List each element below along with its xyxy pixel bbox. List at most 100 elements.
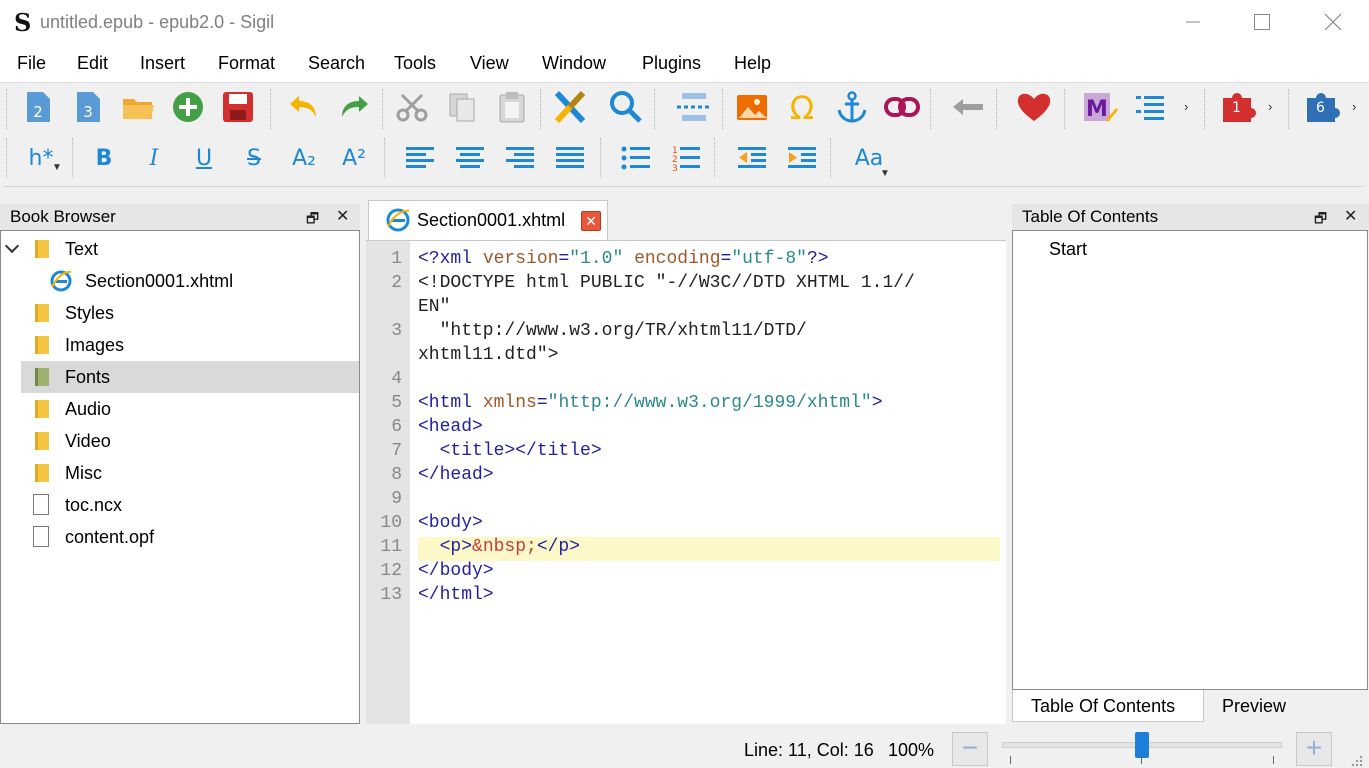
paste-button[interactable] bbox=[492, 87, 532, 127]
subscript-button[interactable]: A₂ bbox=[284, 138, 324, 178]
code-editor[interactable]: 1 2 3 4 5 6 7 8 9 10 11 12 13 <?xml vers… bbox=[366, 240, 1006, 725]
toc-entry-start[interactable]: Start bbox=[1049, 239, 1087, 260]
justify-button[interactable] bbox=[550, 138, 590, 178]
toc-panel-title: Table Of Contents bbox=[1022, 207, 1159, 226]
toc-tree: Start bbox=[1012, 230, 1368, 690]
expand-arrow-icon[interactable] bbox=[4, 238, 20, 254]
tree-item-text[interactable]: Text bbox=[1, 233, 359, 265]
underline-button[interactable]: U bbox=[184, 138, 224, 178]
tab-table-of-contents[interactable]: Table Of Contents bbox=[1012, 690, 1204, 722]
save-button[interactable] bbox=[218, 87, 258, 127]
tree-item-audio[interactable]: Audio bbox=[21, 393, 359, 425]
copy-button[interactable] bbox=[442, 87, 482, 127]
strikethrough-button[interactable]: S bbox=[234, 138, 274, 178]
tree-item-section0001[interactable]: Section0001.xhtml bbox=[1, 265, 359, 297]
close-tab-icon[interactable]: ✕ bbox=[581, 211, 601, 231]
zoom-in-button[interactable]: + bbox=[1296, 732, 1332, 766]
tree-item-label: toc.ncx bbox=[65, 495, 123, 515]
tree-item-label: Text bbox=[65, 239, 99, 259]
close-panel-icon[interactable]: ✕ bbox=[336, 206, 349, 226]
plugin-6-badge: 6 bbox=[1316, 100, 1325, 116]
menu-help[interactable]: Help bbox=[734, 53, 771, 74]
menu-insert[interactable]: Insert bbox=[140, 53, 185, 74]
float-panel-icon[interactable]: 🗗 bbox=[1314, 208, 1327, 232]
add-file-button[interactable] bbox=[168, 87, 208, 127]
float-panel-icon[interactable]: 🗗 bbox=[306, 208, 319, 232]
tree-item-label: Misc bbox=[65, 463, 102, 483]
maximize-button[interactable] bbox=[1239, 0, 1285, 44]
folder-icon bbox=[35, 368, 49, 386]
tab-section0001[interactable]: Section0001.xhtml ✕ bbox=[368, 200, 608, 240]
align-center-button[interactable] bbox=[450, 138, 490, 178]
new-epub3-icon: 3 bbox=[77, 92, 100, 122]
tree-item-content-opf[interactable]: content.opf bbox=[21, 521, 359, 553]
insert-image-button[interactable] bbox=[732, 87, 772, 127]
align-right-button[interactable] bbox=[500, 138, 540, 178]
menu-edit[interactable]: Edit bbox=[77, 53, 108, 74]
line-number: 8 bbox=[391, 465, 402, 485]
zoom-out-button[interactable]: − bbox=[952, 732, 988, 766]
align-left-button[interactable] bbox=[400, 138, 440, 178]
insert-link-button[interactable] bbox=[882, 87, 922, 127]
insert-special-char-button[interactable]: Ω bbox=[782, 87, 822, 127]
cut-button[interactable] bbox=[392, 87, 432, 127]
minimize-button[interactable] bbox=[1170, 0, 1216, 44]
code-line-3-wrap: xhtml11.dtd"> bbox=[418, 345, 559, 365]
chevron-right-icon[interactable]: › bbox=[1268, 99, 1272, 114]
omega-icon: Ω bbox=[790, 90, 814, 124]
menu-view[interactable]: View bbox=[470, 53, 509, 74]
tree-item-fonts[interactable]: Fonts bbox=[21, 361, 359, 393]
menu-search[interactable]: Search bbox=[308, 53, 365, 74]
tab-preview[interactable]: Preview bbox=[1204, 690, 1314, 722]
code-view-button[interactable] bbox=[550, 87, 590, 127]
decrease-indent-button[interactable] bbox=[732, 138, 772, 178]
bullet-list-icon bbox=[621, 146, 650, 170]
menu-tools[interactable]: Tools bbox=[394, 53, 436, 74]
sigil-logo-icon: S bbox=[14, 8, 32, 37]
tree-item-toc-ncx[interactable]: toc.ncx bbox=[21, 489, 359, 521]
slider-tick bbox=[1010, 756, 1011, 764]
superscript-button[interactable]: A² bbox=[334, 138, 374, 178]
open-button[interactable] bbox=[118, 87, 158, 127]
folder-icon bbox=[35, 240, 49, 258]
close-button[interactable] bbox=[1310, 0, 1356, 44]
line-number: 6 bbox=[391, 417, 402, 437]
donate-button[interactable] bbox=[1014, 87, 1054, 127]
chevron-right-icon[interactable]: › bbox=[1352, 99, 1356, 114]
new-epub3-button[interactable]: 3 bbox=[68, 87, 108, 127]
go-back-button[interactable] bbox=[948, 87, 988, 127]
tree-item-misc[interactable]: Misc bbox=[21, 457, 359, 489]
italic-button[interactable]: I bbox=[134, 138, 174, 178]
menu-window[interactable]: Window bbox=[542, 53, 606, 74]
split-button[interactable] bbox=[674, 87, 714, 127]
redo-button[interactable] bbox=[334, 87, 374, 127]
bold-button[interactable]: B bbox=[84, 138, 124, 178]
new-epub2-button[interactable]: 2 bbox=[18, 87, 58, 127]
chevron-right-icon[interactable]: › bbox=[1184, 99, 1188, 114]
svg-text:2: 2 bbox=[33, 103, 43, 121]
insert-id-button[interactable] bbox=[832, 87, 872, 127]
toc-editor-button[interactable] bbox=[1130, 87, 1170, 127]
find-replace-button[interactable] bbox=[606, 87, 646, 127]
bullet-list-button[interactable] bbox=[616, 138, 656, 178]
menu-format[interactable]: Format bbox=[218, 53, 275, 74]
tree-item-images[interactable]: Images bbox=[21, 329, 359, 361]
resize-grip-icon[interactable] bbox=[1348, 752, 1364, 768]
toolbar-separator bbox=[1288, 89, 1290, 129]
close-icon bbox=[1324, 13, 1342, 31]
book-browser-header: Book Browser 🗗 ✕ bbox=[0, 204, 360, 230]
close-panel-icon[interactable]: ✕ bbox=[1344, 206, 1357, 226]
svg-text:Ω: Ω bbox=[790, 90, 814, 124]
menu-plugins[interactable]: Plugins bbox=[642, 53, 701, 74]
undo-button[interactable] bbox=[284, 87, 324, 127]
increase-indent-button[interactable] bbox=[782, 138, 822, 178]
numbered-list-button[interactable]: 123 bbox=[666, 138, 706, 178]
menu-file[interactable]: File bbox=[17, 53, 46, 74]
tree-item-video[interactable]: Video bbox=[21, 425, 359, 457]
tree-item-styles[interactable]: Styles bbox=[21, 297, 359, 329]
zoom-slider-handle[interactable] bbox=[1135, 732, 1149, 758]
code-line-13: </html> bbox=[418, 585, 494, 605]
outdent-icon bbox=[738, 147, 766, 168]
metadata-editor-button[interactable]: M bbox=[1080, 87, 1120, 127]
dropdown-arrow-icon: ▼ bbox=[880, 168, 890, 179]
